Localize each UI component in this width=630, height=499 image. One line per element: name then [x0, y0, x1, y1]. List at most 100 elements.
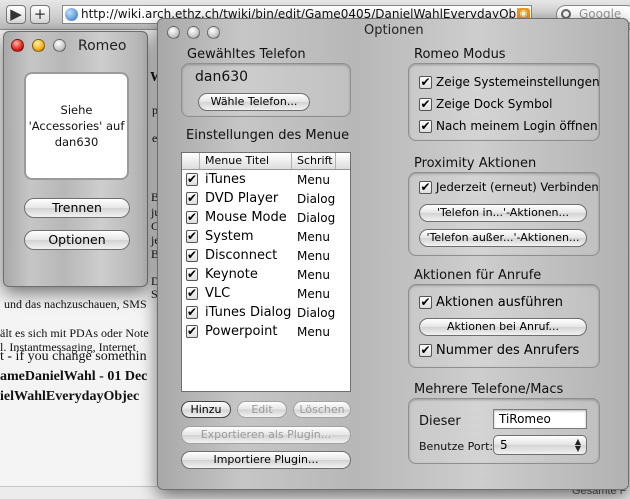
- phone-out-actions-button[interactable]: 'Telefon außer...'-Aktionen...: [419, 229, 587, 247]
- globe-icon: [65, 8, 78, 21]
- menu-item-checkbox[interactable]: ✔: [186, 325, 199, 338]
- checkbox-label: Nummer des Anrufers: [436, 343, 580, 358]
- header-font-column[interactable]: Schrift: [292, 153, 336, 169]
- menu-item-font: Dialog: [297, 305, 336, 320]
- menu-item-font: Menu: [297, 324, 330, 339]
- reconnect-anytime-checkbox[interactable]: ✔: [419, 180, 432, 194]
- header-title-column[interactable]: Menue Titel: [200, 153, 292, 169]
- menu-item-checkbox-cell: ✔: [182, 173, 200, 186]
- port-select[interactable]: 5 ▲ ▼: [493, 435, 587, 455]
- checkbox-label: Aktionen ausführen: [436, 295, 564, 310]
- menu-item-font: Menu: [297, 267, 330, 282]
- status-display: Siehe 'Accessories' auf dan630: [24, 72, 129, 180]
- phone-in-actions-button[interactable]: 'Telefon in...'-Aktionen...: [419, 204, 587, 222]
- add-menu-item-button[interactable]: Hinzu: [181, 401, 231, 418]
- menu-item-row[interactable]: ✔ Disconnect Menu: [182, 246, 350, 265]
- menu-item-checkbox[interactable]: ✔: [186, 268, 199, 281]
- minimize-icon[interactable]: [32, 39, 45, 52]
- romeo-mode-title: Romeo Modus: [414, 47, 506, 62]
- bg-text: ält es sich mit PDAs oder Note: [0, 326, 149, 340]
- reconnect-anytime-option[interactable]: ✔ Jederzeit (erneut) Verbinden: [419, 180, 599, 194]
- menu-item-row[interactable]: ✔ Mouse Mode Dialog: [182, 208, 350, 227]
- run-actions-option[interactable]: ✔ Aktionen ausführen: [419, 295, 563, 310]
- close-icon[interactable]: [11, 39, 24, 52]
- add-bookmark-button[interactable]: +: [30, 5, 50, 24]
- menu-item-title: iTunes Dialog: [205, 305, 292, 320]
- menu-item-title: Mouse Mode: [205, 210, 287, 225]
- multi-phones-title: Mehrere Telefone/Macs: [414, 382, 564, 397]
- show-dock-icon-option[interactable]: ✔ Zeige Dock Symbol: [419, 97, 552, 111]
- open-after-login-checkbox[interactable]: ✔: [419, 119, 432, 133]
- menu-item-row[interactable]: ✔ iTunes Menu: [182, 170, 350, 189]
- port-value: 5: [500, 438, 508, 452]
- menu-item-checkbox-cell: ✔: [182, 230, 200, 243]
- export-plugin-button[interactable]: Exportieren als Plugin...: [181, 426, 351, 444]
- proximity-title: Proximity Aktionen: [414, 156, 537, 171]
- stepper-arrows-icon: ▲ ▼: [574, 437, 581, 453]
- zoom-icon[interactable]: [207, 26, 220, 39]
- menu-item-row[interactable]: ✔ VLC Menu: [182, 284, 350, 303]
- zoom-icon[interactable]: [53, 39, 66, 52]
- status-line: 'Accessories' auf: [28, 119, 125, 133]
- header-scroll-corner: [336, 153, 350, 169]
- call-actions-button[interactable]: Aktionen bei Anruf...: [419, 318, 587, 336]
- menu-item-font: Dialog: [297, 191, 336, 206]
- this-computer-label: Dieser: [419, 414, 461, 429]
- menu-item-title: iTunes: [205, 172, 246, 187]
- menu-item-checkbox[interactable]: ✔: [186, 211, 199, 224]
- menu-item-row[interactable]: ✔ iTunes Dialog Dialog: [182, 303, 350, 322]
- menu-item-checkbox[interactable]: ✔: [186, 192, 199, 205]
- menu-item-checkbox[interactable]: ✔: [186, 173, 199, 186]
- caller-number-checkbox[interactable]: ✔: [419, 344, 432, 357]
- status-line: Siehe: [60, 103, 93, 117]
- checkbox-label: Zeige Dock Symbol: [436, 97, 553, 111]
- show-dock-icon-checkbox[interactable]: ✔: [419, 97, 432, 111]
- menu-settings-title: Einstellungen des Menue: [186, 128, 350, 143]
- menu-item-row[interactable]: ✔ DVD Player Dialog: [182, 189, 350, 208]
- close-icon[interactable]: [167, 26, 180, 39]
- menu-item-title: DVD Player: [205, 191, 279, 206]
- menu-list-header: Menue Titel Schrift: [182, 153, 350, 170]
- menu-item-row[interactable]: ✔ System Menu: [182, 227, 350, 246]
- status-line: dan630: [54, 135, 99, 149]
- menu-item-font: Menu: [297, 229, 330, 244]
- menu-item-checkbox-cell: ✔: [182, 287, 200, 300]
- back-button[interactable]: ▶: [6, 5, 26, 24]
- options-button[interactable]: Optionen: [24, 230, 130, 250]
- menu-item-checkbox[interactable]: ✔: [186, 230, 199, 243]
- menu-item-checkbox[interactable]: ✔: [186, 306, 199, 319]
- menu-item-title: Disconnect: [205, 248, 278, 263]
- disconnect-button[interactable]: Trennen: [24, 198, 130, 218]
- delete-menu-item-button[interactable]: Löschen: [293, 401, 351, 418]
- checkbox-label: Jederzeit (erneut) Verbinden: [436, 180, 599, 194]
- edit-menu-item-button[interactable]: Edit: [237, 401, 287, 418]
- menu-rows: ✔ iTunes Menu ✔ DVD Player Dialog ✔ Mouse Mode D…: [182, 170, 350, 341]
- menu-item-checkbox-cell: ✔: [182, 268, 200, 281]
- call-actions-title: Aktionen für Anrufe: [414, 268, 542, 283]
- menu-list[interactable]: Menue Titel Schrift ✔ iTunes Menu ✔ DVD Play…: [181, 152, 351, 392]
- menu-item-title: Powerpoint: [205, 324, 278, 339]
- minimize-icon[interactable]: [187, 26, 200, 39]
- checkbox-label: Zeige Systemeinstellungen: [436, 75, 600, 89]
- caller-number-option[interactable]: ✔ Nummer des Anrufers: [419, 343, 579, 358]
- open-after-login-option[interactable]: ✔ Nach meinem Login öffnen: [419, 119, 598, 133]
- menu-item-checkbox[interactable]: ✔: [186, 287, 199, 300]
- show-system-settings-checkbox[interactable]: ✔: [419, 75, 432, 89]
- menu-item-font: Dialog: [297, 210, 336, 225]
- romeo-window: Romeo Siehe 'Accessories' auf dan630 Tre…: [3, 31, 148, 287]
- phone-name: dan630: [195, 69, 249, 85]
- menu-item-title: VLC: [205, 286, 231, 301]
- menu-item-font: Menu: [297, 286, 330, 301]
- import-plugin-button[interactable]: Importiere Plugin...: [181, 451, 351, 469]
- menu-item-row[interactable]: ✔ Keynote Menu: [182, 265, 350, 284]
- this-computer-name-field[interactable]: TiRomeo: [493, 409, 587, 429]
- menu-item-title: System: [205, 229, 254, 244]
- menu-item-font: Menu: [297, 172, 330, 187]
- menu-item-checkbox[interactable]: ✔: [186, 249, 199, 262]
- bg-text: ameDanielWahl - 01 Dec: [0, 369, 148, 384]
- run-actions-checkbox[interactable]: ✔: [419, 296, 432, 309]
- show-system-settings-option[interactable]: ✔ Zeige Systemeinstellungen: [419, 75, 600, 89]
- menu-item-row[interactable]: ✔ Powerpoint Menu: [182, 322, 350, 341]
- choose-phone-button[interactable]: Wähle Telefon...: [198, 93, 310, 111]
- bg-text: ielWahlEverydayObjec: [0, 389, 140, 404]
